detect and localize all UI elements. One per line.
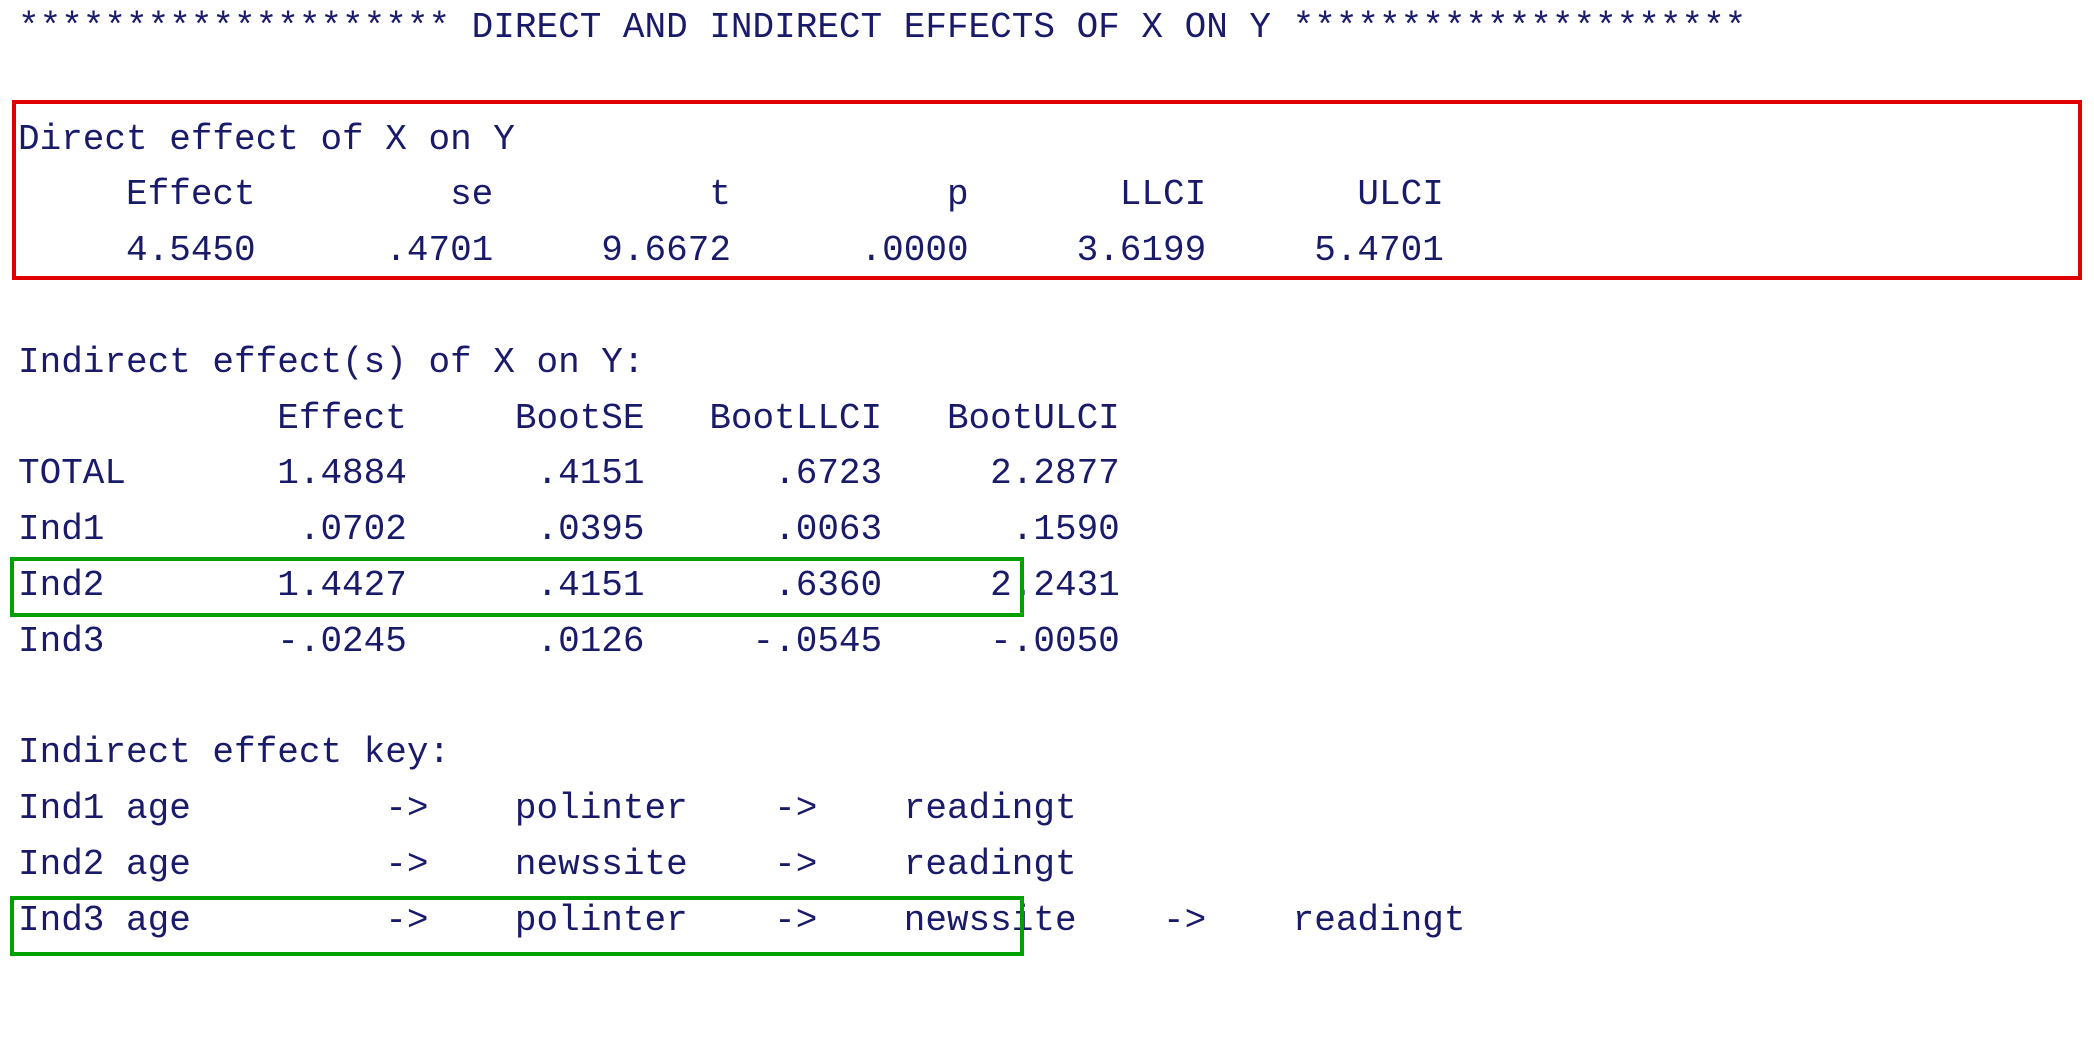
output-container: ******************** DIRECT AND INDIRECT… (0, 0, 2094, 949)
indirect-columns: Effect BootSE BootLLCI BootULCI (18, 391, 2076, 447)
highlight-green-box-ind2-row (10, 557, 1024, 617)
indirect-title: Indirect effect(s) of X on Y: (18, 335, 2076, 391)
indirect-row-ind1: Ind1 .0702 .0395 .0063 .1590 (18, 502, 2076, 558)
highlight-green-box-ind2-key (10, 896, 1024, 956)
highlight-red-box-direct (12, 100, 2082, 280)
blank-line-2 (18, 279, 2076, 335)
key-row-ind2: Ind2 age -> newssite -> readingt (18, 837, 2076, 893)
indirect-row-ind3: Ind3 -.0245 .0126 -.0545 -.0050 (18, 614, 2076, 670)
key-title: Indirect effect key: (18, 725, 2076, 781)
header-star-line: ******************** DIRECT AND INDIRECT… (18, 0, 2076, 56)
blank-line-3 (18, 670, 2076, 726)
indirect-row-total: TOTAL 1.4884 .4151 .6723 2.2877 (18, 446, 2076, 502)
key-row-ind1: Ind1 age -> polinter -> readingt (18, 781, 2076, 837)
